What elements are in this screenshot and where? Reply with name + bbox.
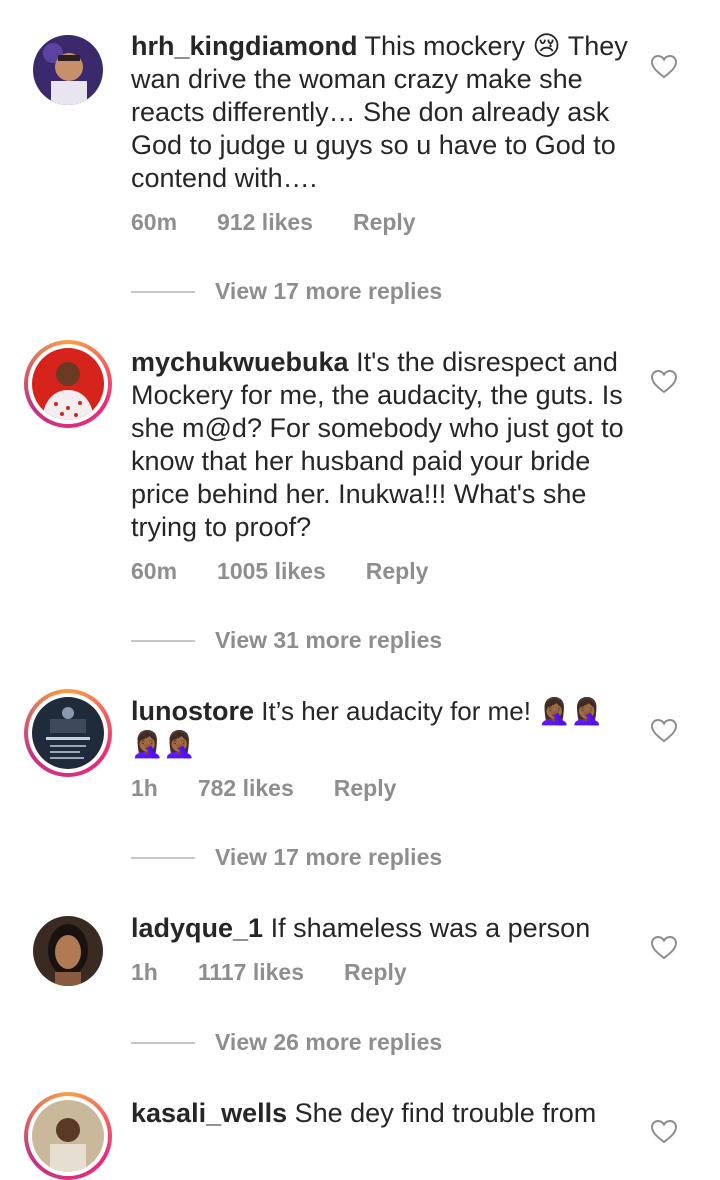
heart-icon[interactable] — [651, 936, 677, 960]
comment-meta: 1h 1117 likes Reply — [131, 959, 407, 986]
divider-line — [131, 1041, 195, 1044]
reply-button[interactable]: Reply — [334, 775, 397, 802]
divider-line — [131, 639, 195, 642]
comment-meta: 60m 912 likes Reply — [131, 209, 416, 236]
comment-username[interactable]: lunostore — [131, 696, 254, 726]
view-replies-label[interactable]: View 17 more replies — [215, 278, 442, 305]
comment-likes[interactable]: 1117 likes — [198, 959, 304, 986]
avatar[interactable] — [33, 35, 103, 105]
comment-time: 60m — [131, 558, 178, 584]
avatar[interactable] — [24, 340, 112, 428]
heart-icon[interactable] — [651, 55, 677, 79]
comment-text: lunostore It’s her audacity for me! 🤦🏾‍♀… — [131, 695, 631, 761]
comment-likes[interactable]: 912 likes — [217, 209, 313, 236]
heart-icon[interactable] — [651, 719, 677, 743]
view-replies[interactable]: View 17 more replies — [131, 844, 442, 871]
reply-button[interactable]: Reply — [353, 209, 416, 236]
comment-text: hrh_kingdiamond This mockery 😢 They wan … — [131, 30, 631, 195]
comment-time: 1h — [131, 959, 158, 985]
heart-icon[interactable] — [651, 370, 677, 394]
avatar[interactable] — [24, 689, 112, 777]
view-replies-label[interactable]: View 31 more replies — [215, 627, 442, 654]
comment-time: 60m — [131, 209, 178, 235]
divider-line — [131, 856, 195, 859]
reply-button[interactable]: Reply — [366, 558, 429, 585]
comment-likes[interactable]: 782 likes — [198, 775, 294, 802]
view-replies-label[interactable]: View 26 more replies — [215, 1029, 442, 1056]
comment-text: mychukwuebuka It's the disrespect and Mo… — [131, 346, 631, 544]
comment-username[interactable]: ladyque_1 — [131, 913, 263, 943]
comment-body: If shameless was a person — [263, 913, 591, 943]
comment-text: ladyque_1 If shameless was a person — [131, 912, 631, 945]
divider-line — [131, 290, 195, 293]
comment-username[interactable]: hrh_kingdiamond — [131, 31, 358, 61]
reply-button[interactable]: Reply — [344, 959, 407, 986]
heart-icon[interactable] — [651, 1120, 677, 1144]
view-replies[interactable]: View 17 more replies — [131, 278, 442, 305]
comment-meta: 60m 1005 likes Reply — [131, 558, 428, 585]
comment-text: kasali_wells She dey find trouble from — [131, 1097, 631, 1130]
avatar[interactable] — [24, 1092, 112, 1180]
comment-meta: 1h 782 likes Reply — [131, 775, 396, 802]
comment-likes[interactable]: 1005 likes — [217, 558, 326, 585]
view-replies[interactable]: View 26 more replies — [131, 1029, 442, 1056]
comment-body: She dey find trouble from — [287, 1098, 597, 1128]
view-replies[interactable]: View 31 more replies — [131, 627, 442, 654]
comment-time: 1h — [131, 775, 158, 801]
comment-username[interactable]: kasali_wells — [131, 1098, 287, 1128]
view-replies-label[interactable]: View 17 more replies — [215, 844, 442, 871]
avatar[interactable] — [33, 916, 103, 986]
comment-username[interactable]: mychukwuebuka — [131, 347, 349, 377]
